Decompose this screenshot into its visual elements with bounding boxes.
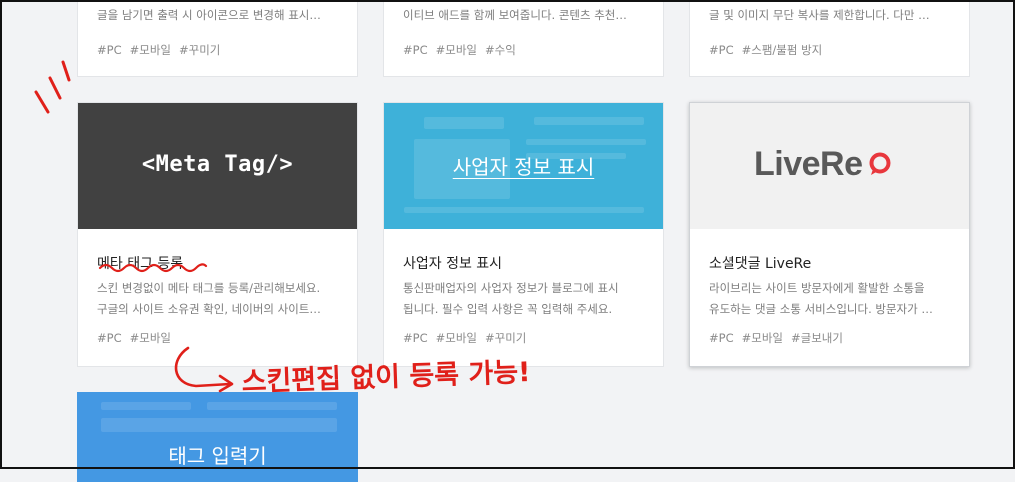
plugin-card-tags: #PC #모바일 #꾸미기 bbox=[97, 43, 221, 57]
tag-input-thumbnail-text: 태그 입력기 bbox=[168, 444, 267, 468]
annotation-arrowhead bbox=[218, 374, 234, 393]
plugin-card-title[interactable]: 소셜댓글 LiveRe bbox=[709, 253, 811, 273]
plugin-card-tags: #PC #모바일 bbox=[97, 331, 171, 345]
plugin-card-tags: #PC #모바일 #꾸미기 bbox=[403, 331, 527, 345]
plugin-card-top-2[interactable]: 이티브 애드를 함께 보여줍니다. 콘텐츠 추천… #PC #모바일 #수익 bbox=[383, 0, 664, 77]
plugin-card-desc: 통신판매업자의 사업자 정보가 블로그에 표시 됩니다. 필수 입력 사항은 꼭… bbox=[403, 281, 619, 316]
plugin-card-desc: 라이브리는 사이트 방문자에게 활발한 소통을 유도하는 댓글 소통 서비스입니… bbox=[709, 281, 933, 316]
emphasis-mark-2 bbox=[48, 76, 62, 100]
plugin-card-title[interactable]: 사업자 정보 표시 bbox=[403, 253, 502, 273]
emphasis-mark-3 bbox=[61, 60, 71, 82]
plugin-card-desc: 스킨 변경없이 메타 태그를 등록/관리해보세요. 구글의 사이트 소유권 확인… bbox=[97, 281, 321, 316]
plugin-card-tags: #PC #모바일 #수익 bbox=[403, 43, 516, 57]
plugin-card-desc: 글을 남기면 출력 시 아이콘으로 변경해 표시… bbox=[97, 8, 321, 22]
plugin-card-top-1[interactable]: 글을 남기면 출력 시 아이콘으로 변경해 표시… #PC #모바일 #꾸미기 bbox=[77, 0, 358, 77]
plugin-card-desc: 이티브 애드를 함께 보여줍니다. 콘텐츠 추천… bbox=[403, 8, 627, 22]
plugin-card-business-info[interactable]: 사업자 정보 표시 사업자 정보 표시 통신판매업자의 사업자 정보가 블로그에… bbox=[383, 102, 664, 367]
plugin-card-livere[interactable]: LiveRe 소셜댓글 LiveRe 라이브리는 사이트 방문자에게 활발한 소… bbox=[689, 102, 970, 367]
plugin-card-title[interactable]: 메타 태그 등록 bbox=[97, 253, 183, 273]
livere-logo: LiveRe bbox=[754, 145, 893, 184]
livere-bubble-icon bbox=[869, 152, 890, 175]
plugin-card-meta-tag[interactable]: <Meta Tag/> 메타 태그 등록 스킨 변경없이 메타 태그를 등록/관… bbox=[77, 102, 358, 367]
plugin-card-desc: 글 및 이미지 무단 복사를 제한합니다. 다만 … bbox=[709, 8, 930, 22]
meta-tag-thumbnail[interactable]: <Meta Tag/> bbox=[78, 103, 357, 229]
plugin-card-tags: #PC #모바일 #글보내기 bbox=[709, 331, 843, 345]
meta-tag-thumbnail-text: <Meta Tag/> bbox=[141, 152, 294, 177]
plugin-card-tags: #PC #스팸/불펌 방지 bbox=[709, 43, 823, 57]
livere-logo-text: LiveRe bbox=[754, 145, 863, 183]
emphasis-mark-1 bbox=[34, 90, 50, 114]
business-info-thumbnail[interactable]: 사업자 정보 표시 bbox=[384, 103, 663, 229]
plugin-card-top-3[interactable]: 글 및 이미지 무단 복사를 제한합니다. 다만 … #PC #스팸/불펌 방지 bbox=[689, 0, 970, 77]
livere-thumbnail[interactable]: LiveRe bbox=[690, 103, 969, 229]
business-info-thumbnail-text: 사업자 정보 표시 bbox=[452, 155, 595, 179]
